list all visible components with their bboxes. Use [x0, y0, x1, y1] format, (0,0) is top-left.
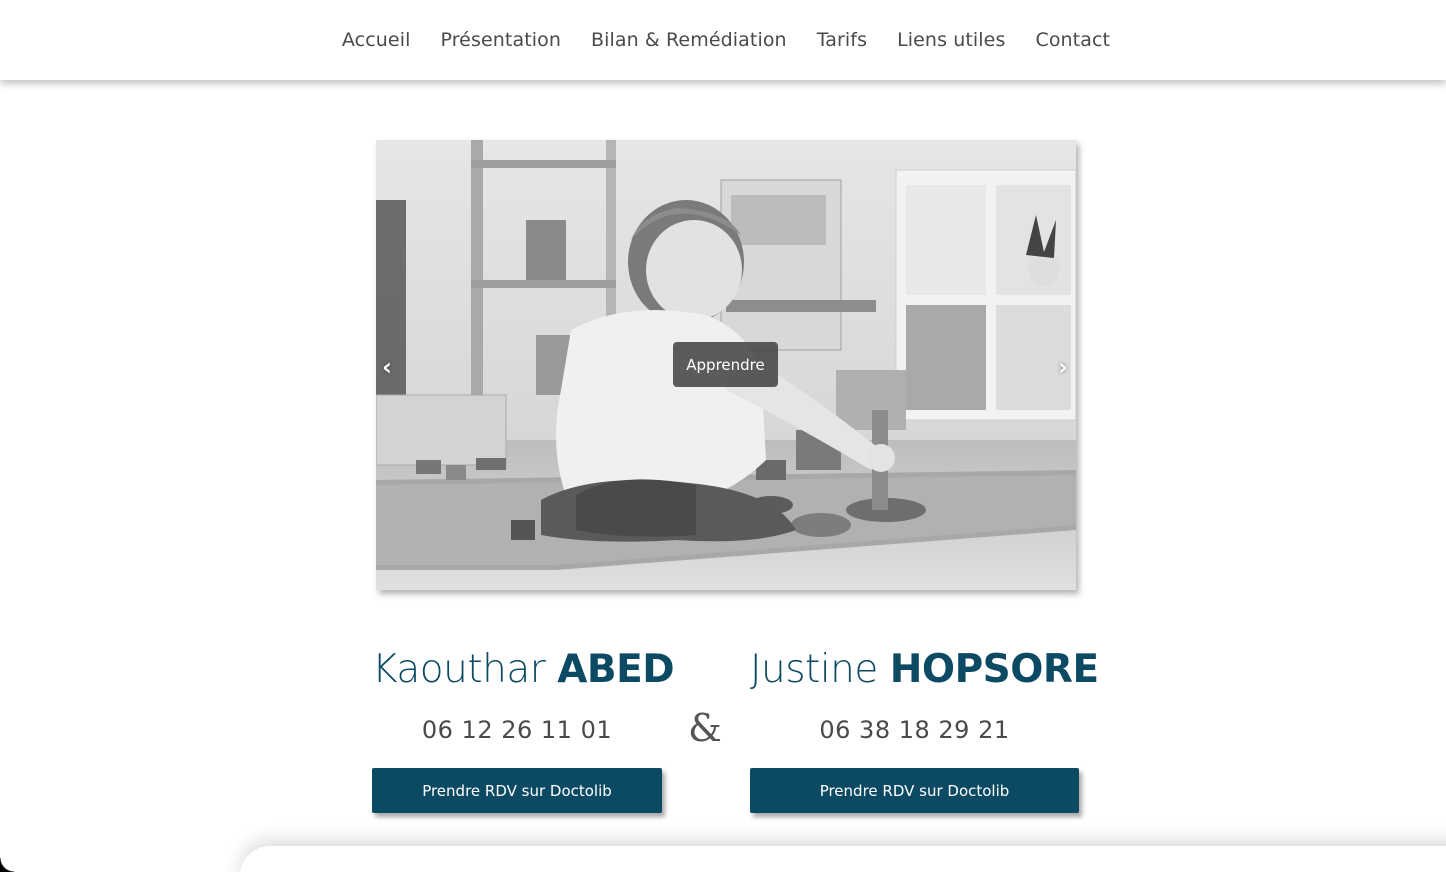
chevron-left-icon[interactable]: ‹ — [382, 352, 392, 382]
ampersand-separator: & — [688, 706, 722, 750]
image-slider: ‹ › Apprendre — [376, 140, 1076, 590]
practitioner-name: Justine HOPSORE — [750, 640, 1099, 700]
practitioner-card-abed: Kaouthar ABED 06 12 26 11 01 Prendre RDV… — [372, 640, 675, 813]
doctolib-appointment-button[interactable]: Prendre RDV sur Doctolib — [750, 768, 1079, 813]
first-name: Justine — [750, 647, 878, 692]
nav-item-bilan-remediation[interactable]: Bilan & Remédiation — [591, 29, 787, 51]
practitioner-card-hopsore: Justine HOPSORE 06 38 18 29 21 Prendre R… — [750, 640, 1099, 813]
main-navigation: Accueil Présentation Bilan & Remédiation… — [0, 0, 1446, 80]
first-name: Kaouthar — [372, 647, 546, 692]
last-name: HOPSORE — [889, 647, 1099, 692]
doctolib-appointment-button[interactable]: Prendre RDV sur Doctolib — [372, 768, 662, 813]
nav-item-tarifs[interactable]: Tarifs — [817, 29, 867, 51]
next-section-edge — [240, 846, 1446, 872]
nav-item-contact[interactable]: Contact — [1035, 29, 1110, 51]
window-corner — [0, 858, 14, 872]
phone-number: 06 38 18 29 21 — [819, 716, 1010, 744]
last-name: ABED — [557, 647, 675, 692]
nav-item-liens-utiles[interactable]: Liens utiles — [897, 29, 1005, 51]
nav-menu: Accueil Présentation Bilan & Remédiation… — [336, 29, 1110, 51]
practitioner-name: Kaouthar ABED — [372, 640, 675, 700]
nav-item-presentation[interactable]: Présentation — [440, 29, 561, 51]
chevron-right-icon[interactable]: › — [1058, 352, 1068, 382]
phone-number: 06 12 26 11 01 — [421, 716, 613, 744]
slide-caption: Apprendre — [673, 342, 778, 387]
nav-item-accueil[interactable]: Accueil — [342, 29, 411, 51]
